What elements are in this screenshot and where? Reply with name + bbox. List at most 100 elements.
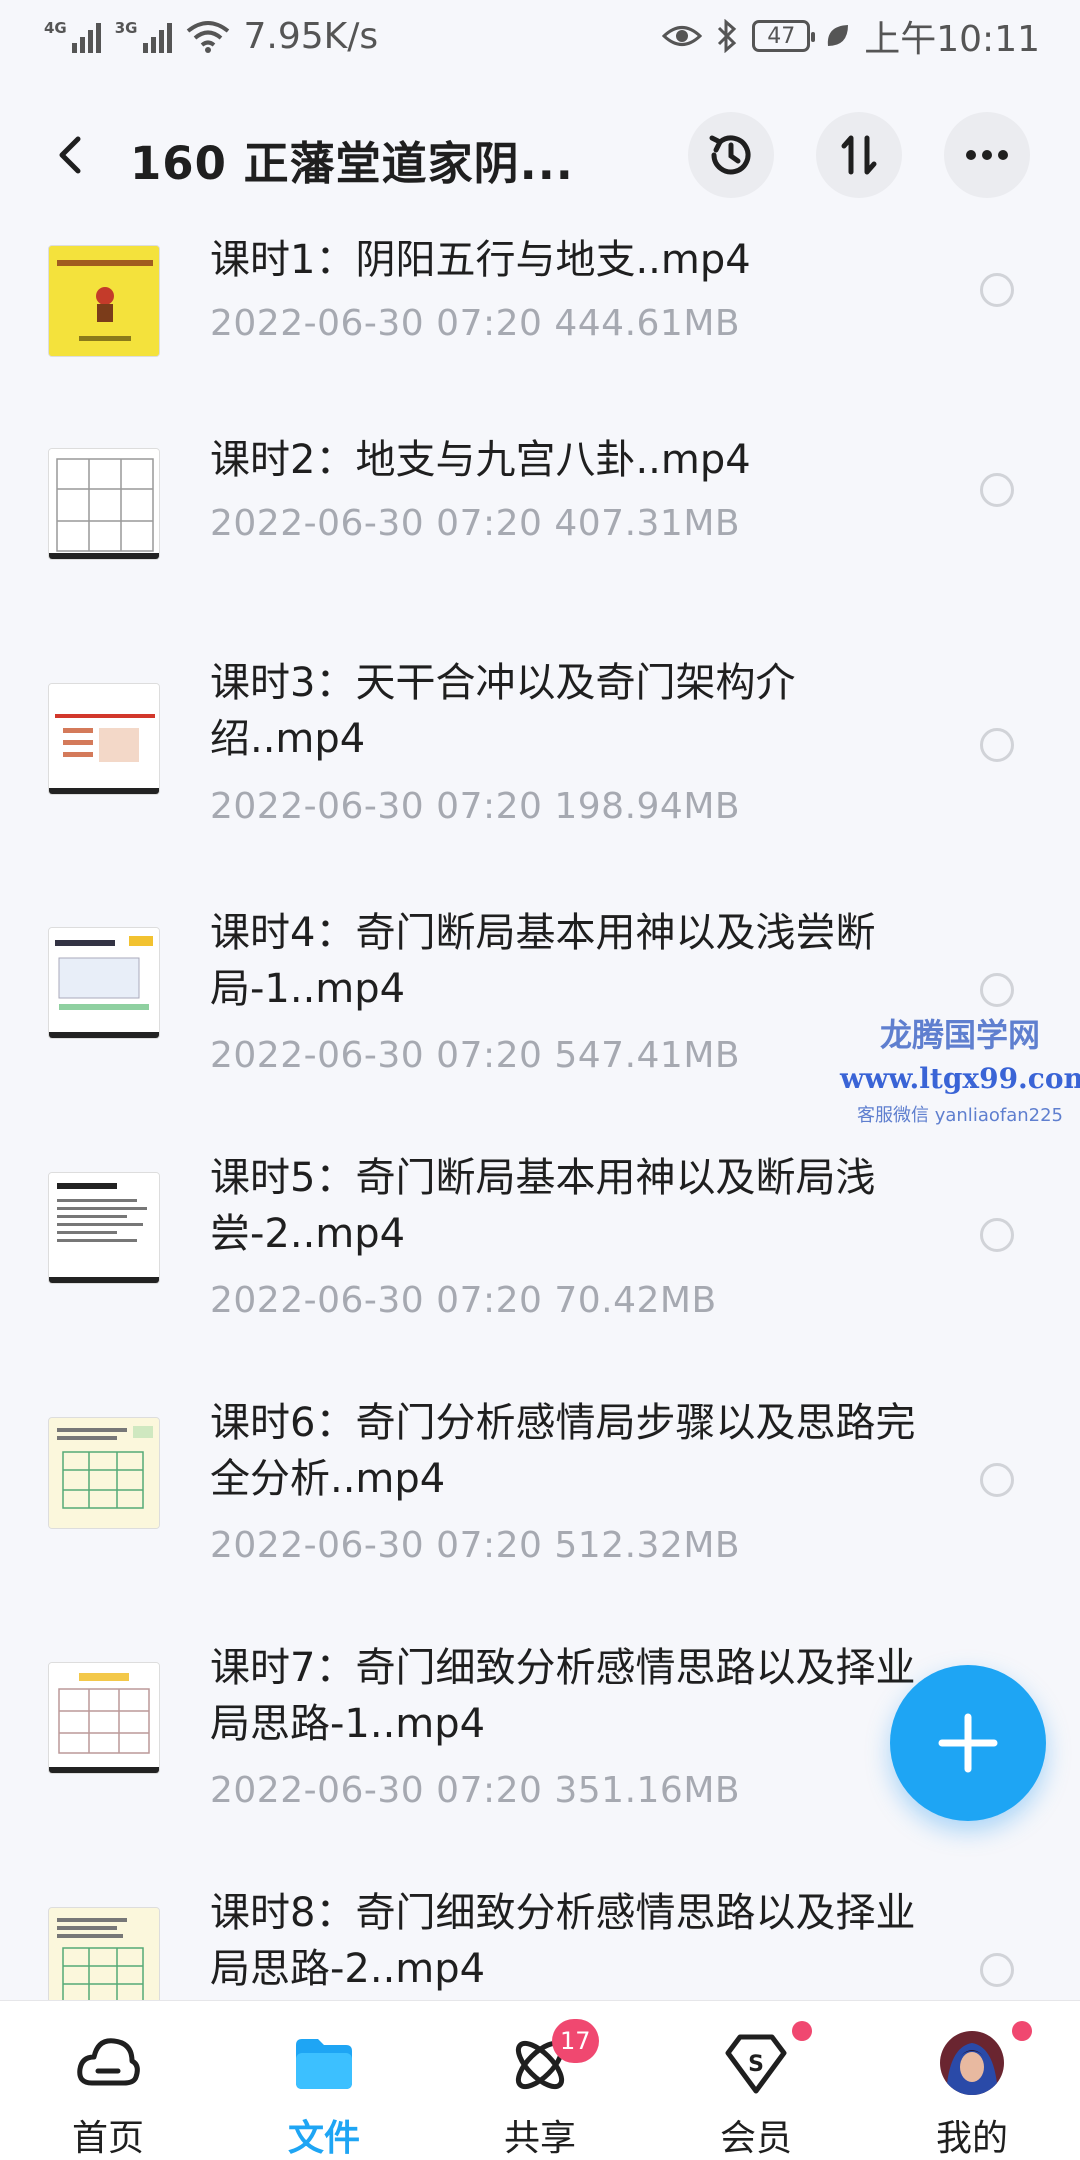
nav-share[interactable]: 17 共享 bbox=[432, 2001, 648, 2160]
nav-home-label: 首页 bbox=[71, 2118, 144, 2159]
thumbnail-art bbox=[49, 1173, 159, 1283]
mine-notification-dot bbox=[1012, 2021, 1032, 2041]
file-size: 351.16MB bbox=[554, 1770, 741, 1811]
sort-icon bbox=[841, 135, 877, 175]
select-radio[interactable] bbox=[980, 973, 1014, 1007]
cloud-icon bbox=[77, 2038, 140, 2086]
wifi-icon bbox=[186, 21, 229, 53]
file-meta: 2022-06-30 07:20 444.61MB bbox=[210, 303, 740, 344]
file-name: 课时6：奇门分析感情局步骤以及思路完全分析..mp4 bbox=[210, 1400, 916, 1502]
video-thumbnail bbox=[48, 245, 160, 357]
file-date: 2022-06-30 07:20 bbox=[210, 303, 543, 344]
network-speed: 7.95K/s bbox=[243, 15, 379, 57]
file-meta: 2022-06-30 07:20 512.32MB bbox=[210, 1525, 740, 1566]
watermark-title: 龙腾国学网 bbox=[879, 1016, 1040, 1054]
file-date: 2022-06-30 07:20 bbox=[210, 786, 543, 827]
select-radio[interactable] bbox=[980, 1218, 1014, 1252]
leaf-icon bbox=[828, 25, 849, 46]
nav-home[interactable]: 首页 bbox=[0, 2001, 216, 2160]
plus-icon bbox=[938, 1713, 998, 1773]
file-date: 2022-06-30 07:20 bbox=[210, 1280, 543, 1321]
file-meta: 2022-06-30 07:20 70.42MB bbox=[210, 1280, 717, 1321]
video-thumbnail bbox=[48, 927, 160, 1039]
file-meta: 2022-06-30 07:20 407.31MB bbox=[210, 503, 740, 544]
more-button[interactable] bbox=[944, 112, 1030, 198]
add-button[interactable] bbox=[890, 1665, 1046, 1821]
nav-files-label: 文件 bbox=[287, 2118, 360, 2159]
select-radio[interactable] bbox=[980, 273, 1014, 307]
thumbnail-art bbox=[49, 1908, 159, 2006]
battery-level: 47 bbox=[767, 23, 796, 49]
folder-title: 160 正藩堂道家阴... bbox=[130, 137, 574, 190]
thumbnail-art bbox=[49, 928, 159, 1038]
file-meta: 2022-06-30 07:20 351.16MB bbox=[210, 1770, 740, 1811]
nav-vip-label: 会员 bbox=[719, 2118, 792, 2159]
signal-3g-icon: 3G bbox=[115, 19, 172, 53]
thumbnail-art bbox=[49, 1663, 159, 1773]
back-arrow-icon[interactable] bbox=[50, 133, 94, 177]
select-radio[interactable] bbox=[980, 728, 1014, 762]
net2-label: 3G bbox=[114, 19, 138, 37]
video-thumbnail bbox=[48, 683, 160, 795]
status-right: 47 上午10:11 bbox=[662, 10, 1040, 62]
watermark-contact: 客服微信 yanliaofan225 bbox=[857, 1105, 1063, 1126]
signal-4g-icon: 4G bbox=[44, 19, 101, 53]
select-radio[interactable] bbox=[980, 1953, 1014, 1987]
battery-icon: 47 bbox=[752, 20, 816, 52]
file-size: 70.42MB bbox=[554, 1280, 717, 1321]
file-size: 198.94MB bbox=[554, 786, 741, 827]
bluetooth-icon bbox=[718, 19, 737, 53]
nav-vip[interactable]: S 会员 bbox=[648, 2001, 864, 2160]
svg-text:S: S bbox=[748, 2052, 764, 2077]
file-size: 512.32MB bbox=[554, 1525, 741, 1566]
thumbnail-art bbox=[49, 1418, 159, 1528]
file-name: 课时4：奇门断局基本用神以及浅尝断局-1..mp4 bbox=[210, 910, 876, 1012]
file-date: 2022-06-30 07:20 bbox=[210, 503, 543, 544]
status-bar: 4G 3G 7.95K/s 47 上午10:11 bbox=[0, 0, 1080, 72]
file-name: 课时3：天干合冲以及奇门架构介绍..mp4 bbox=[210, 660, 796, 762]
file-date: 2022-06-30 07:20 bbox=[210, 1035, 543, 1076]
thumbnail-art bbox=[49, 684, 159, 794]
file-size: 547.41MB bbox=[554, 1035, 741, 1076]
file-name: 课时1：阴阳五行与地支..mp4 bbox=[210, 237, 751, 283]
more-icon bbox=[966, 150, 1008, 160]
nav-files[interactable]: 文件 bbox=[216, 2001, 432, 2160]
file-name: 课时7：奇门细致分析感情思路以及择业局思路-1..mp4 bbox=[210, 1645, 916, 1747]
nav-mine-label: 我的 bbox=[935, 2118, 1008, 2159]
file-name: 课时2：地支与九宫八卦..mp4 bbox=[210, 437, 751, 483]
eye-icon bbox=[662, 26, 703, 46]
vip-notification-dot bbox=[792, 2021, 812, 2041]
avatar bbox=[940, 2031, 1004, 2095]
bottom-nav: 首页 文件 17 共享 S 会员 我的 bbox=[0, 2000, 1080, 2160]
file-date: 2022-06-30 07:20 bbox=[210, 1525, 543, 1566]
file-size: 407.31MB bbox=[554, 503, 741, 544]
video-thumbnail bbox=[48, 1172, 160, 1284]
file-date: 2022-06-30 07:20 bbox=[210, 1770, 543, 1811]
share-badge: 17 bbox=[552, 2019, 599, 2063]
status-left: 4G 3G 7.95K/s bbox=[44, 16, 378, 57]
vip-diamond-icon: S bbox=[725, 2034, 787, 2094]
select-radio[interactable] bbox=[980, 1463, 1014, 1497]
net1-label: 4G bbox=[44, 19, 67, 37]
file-meta: 2022-06-30 07:20 547.41MB bbox=[210, 1035, 740, 1076]
thumbnail-art bbox=[49, 246, 159, 356]
thumbnail-art bbox=[49, 449, 159, 559]
title-bar: 160 正藩堂道家阴... bbox=[0, 105, 1080, 205]
sort-button[interactable] bbox=[816, 112, 902, 198]
watermark: 龙腾国学网 www.ltgx99.com 客服微信 yanliaofan225 bbox=[840, 1010, 1080, 1127]
history-icon bbox=[709, 135, 751, 175]
watermark-url: www.ltgx99.com bbox=[840, 1062, 1080, 1095]
video-thumbnail bbox=[48, 1417, 160, 1529]
nav-mine[interactable]: 我的 bbox=[864, 2001, 1080, 2160]
file-meta: 2022-06-30 07:20 198.94MB bbox=[210, 786, 740, 827]
history-button[interactable] bbox=[688, 112, 774, 198]
video-thumbnail bbox=[48, 1662, 160, 1774]
file-size: 444.61MB bbox=[554, 303, 741, 344]
select-radio[interactable] bbox=[980, 473, 1014, 507]
clock: 上午10:11 bbox=[864, 19, 1040, 60]
file-name: 课时8：奇门细致分析感情思路以及择业局思路-2..mp4 bbox=[210, 1890, 916, 1992]
video-thumbnail bbox=[48, 1907, 160, 2007]
file-name: 课时5：奇门断局基本用神以及断局浅尝-2..mp4 bbox=[210, 1155, 876, 1257]
folder-icon bbox=[296, 2039, 352, 2089]
video-thumbnail bbox=[48, 448, 160, 560]
